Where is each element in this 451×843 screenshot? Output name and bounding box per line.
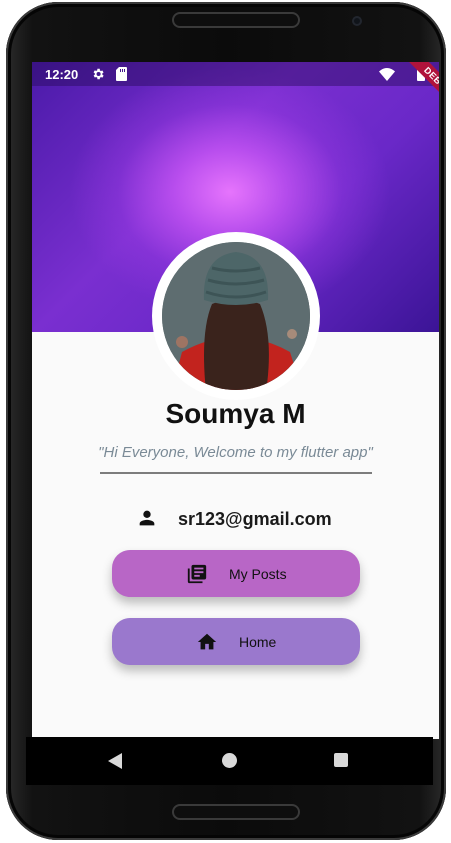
home-icon [197, 633, 217, 650]
back-icon[interactable] [108, 753, 122, 769]
home-circle-icon[interactable] [222, 753, 237, 768]
gear-icon [93, 68, 104, 80]
divider [100, 472, 372, 474]
my-posts-button[interactable]: My Posts [112, 550, 360, 597]
recents-icon[interactable] [334, 753, 348, 767]
person-icon [139, 510, 155, 526]
article-icon [187, 564, 207, 584]
avatar [162, 242, 310, 390]
email-row: sr123@gmail.com [136, 506, 376, 532]
front-camera [352, 16, 362, 26]
sd-card-icon [116, 67, 127, 81]
app-screen: 12:20 DEBUG Soumya M "Hi Everyone, Welco… [32, 62, 439, 739]
my-posts-label: My Posts [229, 566, 287, 582]
status-time: 12:20 [45, 67, 79, 82]
profile-email: sr123@gmail.com [178, 509, 332, 529]
wifi-icon [379, 68, 395, 81]
profile-name: Soumya M [165, 398, 306, 429]
status-bar: 12:20 DEBUG [32, 62, 439, 119]
top-speaker [172, 12, 300, 28]
system-nav-bar [26, 737, 433, 785]
avatar-photo [162, 242, 310, 390]
phone-frame: 12:20 DEBUG Soumya M "Hi Everyone, Welco… [6, 2, 446, 840]
home-button[interactable]: Home [112, 618, 360, 665]
profile-quote: "Hi Everyone, Welcome to my flutter app" [98, 444, 373, 461]
home-label: Home [239, 634, 277, 650]
bottom-speaker [172, 804, 300, 820]
